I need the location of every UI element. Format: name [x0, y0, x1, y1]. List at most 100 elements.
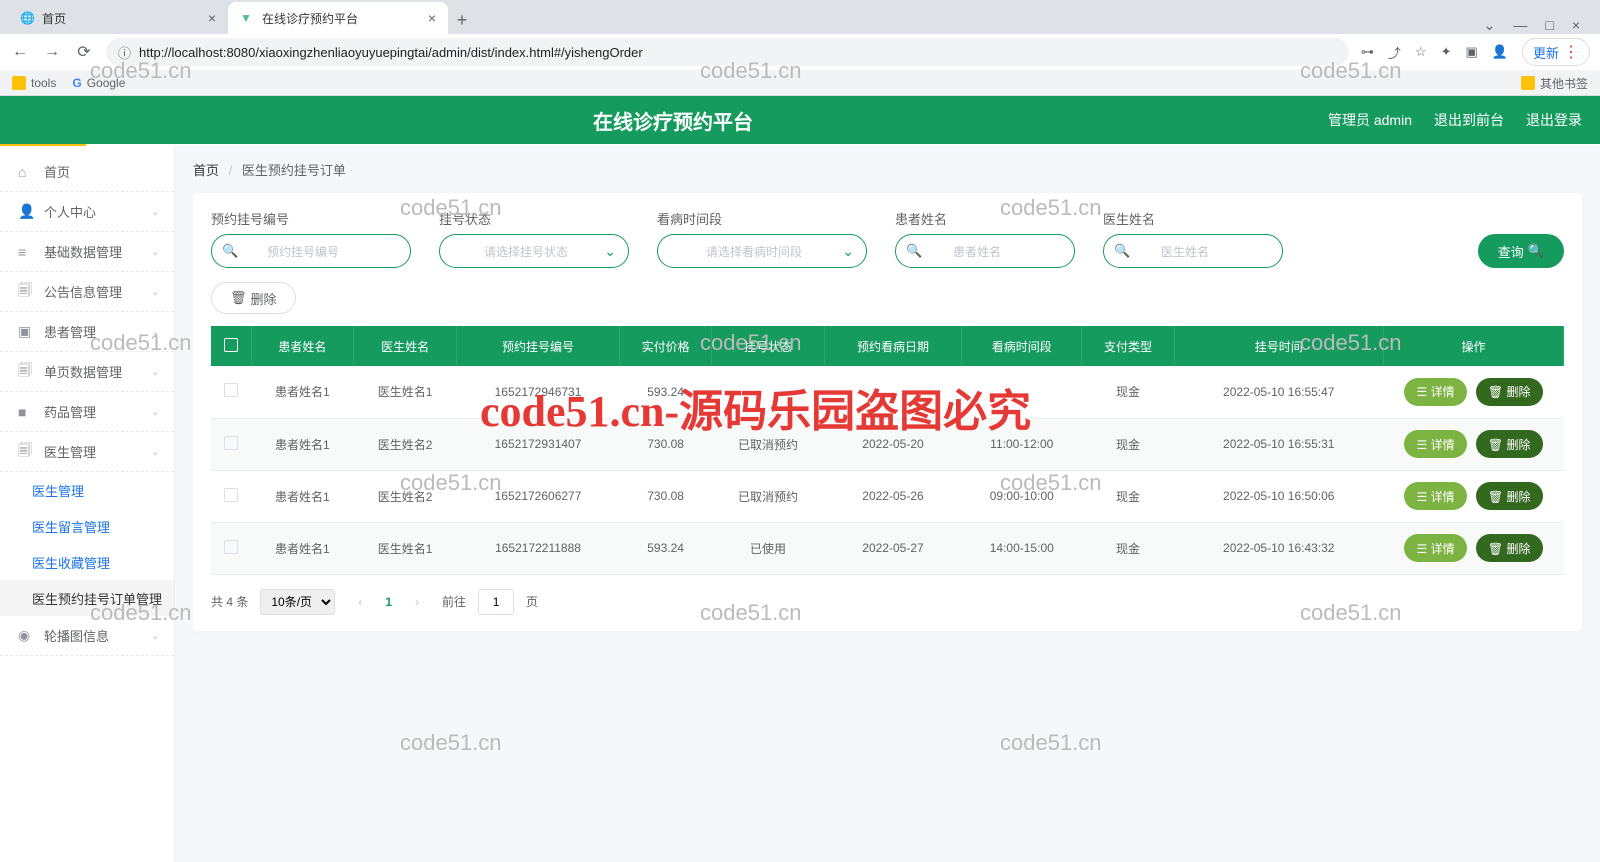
table-header [211, 326, 251, 366]
query-button[interactable]: 查询 🔍 [1478, 234, 1564, 268]
goto-suffix: 页 [526, 593, 538, 610]
detail-button[interactable]: ☰ 详情 [1404, 482, 1466, 510]
reload-icon[interactable]: ⟳ [74, 42, 94, 62]
profile-icon[interactable]: 👤 [1492, 44, 1508, 60]
dropdown-icon[interactable]: ⌄ [1484, 17, 1496, 34]
star-icon[interactable]: ☆ [1415, 44, 1427, 60]
cell-status [712, 366, 825, 418]
sidebar-sub-item[interactable]: 医生留言管理 [0, 508, 174, 544]
breadcrumb-home[interactable]: 首页 [193, 163, 219, 178]
close-icon[interactable]: × [428, 10, 436, 26]
sidebar-item[interactable]: ■药品管理⌄ [0, 392, 174, 432]
address-bar[interactable]: ⓘ http://localhost:8080/xiaoxingzhenliao… [106, 38, 1349, 66]
forward-icon[interactable]: → [42, 42, 62, 62]
chevron-down-icon: ⌄ [151, 205, 160, 218]
cell-patient: 患者姓名1 [251, 418, 354, 470]
chevron-down-icon: ⌄ [151, 285, 160, 298]
cell-status: 已使用 [712, 522, 825, 574]
orderno-input[interactable]: 🔍预约挂号编号 [211, 234, 411, 268]
window-controls: ⌄ — □ × [1484, 17, 1592, 34]
delete-button[interactable]: 🗑 删除 [1476, 430, 1543, 458]
search-icon: 🔍 [222, 243, 238, 259]
current-page[interactable]: 1 [385, 595, 392, 609]
delete-button[interactable]: 🗑 删除 [1476, 482, 1543, 510]
breadcrumb-sep: / [229, 163, 233, 178]
update-button[interactable]: 更新 ⋮ [1522, 38, 1590, 66]
menu-icon: 🗐 [18, 280, 36, 304]
bookmark-tools[interactable]: tools [12, 76, 56, 90]
browser-tab-active[interactable]: ▼ 在线诊疗预约平台 × [228, 2, 448, 34]
filter-label: 预约挂号编号 [211, 209, 411, 228]
timeslot-select[interactable]: 请选择看病时间段 [657, 234, 867, 268]
cell-date: 2022-05-26 [824, 470, 961, 522]
delete-button[interactable]: 🗑 删除 [1476, 378, 1543, 406]
logout-link[interactable]: 退出登录 [1526, 110, 1582, 130]
detail-button[interactable]: ☰ 详情 [1404, 378, 1466, 406]
extension-icon[interactable]: ✦ [1441, 44, 1452, 60]
sidebar-label: 基础数据管理 [44, 242, 122, 261]
cell-time: 2022-05-10 16:55:31 [1174, 418, 1383, 470]
close-icon[interactable]: × [208, 10, 216, 26]
bookmark-google[interactable]: GGoogle [72, 76, 125, 90]
cell-date: 2022-05-20 [824, 418, 961, 470]
cell-pay: 现金 [1082, 418, 1174, 470]
detail-button[interactable]: ☰ 详情 [1404, 534, 1466, 562]
sidebar-sub-item[interactable]: 医生管理 [0, 472, 174, 508]
chevron-down-icon: ⌄ [151, 245, 160, 258]
delete-button[interactable]: 🗑 删除 [1476, 534, 1543, 562]
doctor-input[interactable]: 🔍医生姓名 [1103, 234, 1283, 268]
sidebar-sub-item[interactable]: 医生预约挂号订单管理 [0, 580, 174, 616]
detail-button[interactable]: ☰ 详情 [1404, 430, 1466, 458]
table-row: 患者姓名1 医生姓名2 1652172931407 730.08 已取消预约 2… [211, 418, 1564, 470]
status-select[interactable]: 请选择挂号状态 [439, 234, 629, 268]
table-header: 实付价格 [620, 326, 712, 366]
sidebar-item[interactable]: ◉轮播图信息⌄ [0, 616, 174, 656]
trash-icon: 🗑 [230, 290, 247, 306]
new-tab-button[interactable]: + [448, 6, 476, 34]
sidebar-label: 药品管理 [44, 402, 96, 421]
filter-label: 挂号状态 [439, 209, 629, 228]
browser-tab-home[interactable]: 🌐 首页 × [8, 2, 228, 34]
maximize-icon[interactable]: □ [1545, 17, 1553, 34]
prev-page-button[interactable]: ‹ [347, 589, 373, 615]
sidebar-item[interactable]: 🗐公告信息管理⌄ [0, 272, 174, 312]
sidebar-item[interactable]: 🗐医生管理⌄ [0, 432, 174, 472]
bookmark-other[interactable]: 其他书签 [1521, 75, 1588, 92]
row-checkbox[interactable] [224, 383, 238, 397]
sidebar-item[interactable]: ⌂首页 [0, 152, 174, 192]
row-checkbox[interactable] [224, 540, 238, 554]
minimize-icon[interactable]: — [1513, 17, 1527, 34]
back-to-front-link[interactable]: 退出到前台 [1434, 110, 1504, 130]
share-icon[interactable]: ⤴ [1388, 43, 1401, 62]
page-size-select[interactable]: 10条/页 [260, 589, 335, 615]
table-header: 挂号时间 [1174, 326, 1383, 366]
sidebar-sub-item[interactable]: 医生收藏管理 [0, 544, 174, 580]
sidepanel-icon[interactable]: ▣ [1466, 44, 1478, 60]
checkbox-all[interactable] [224, 338, 238, 352]
cell-slot: 11:00-12:00 [962, 418, 1082, 470]
row-checkbox[interactable] [224, 436, 238, 450]
tab-title: 首页 [42, 10, 66, 27]
sidebar-item[interactable]: 🗐单页数据管理⌄ [0, 352, 174, 392]
google-icon: G [72, 76, 81, 90]
table-header: 患者姓名 [251, 326, 354, 366]
cell-orderno: 1652172931407 [457, 418, 620, 470]
menu-icon: ▣ [18, 323, 36, 340]
back-icon[interactable]: ← [10, 42, 30, 62]
key-icon[interactable]: ⊶ [1361, 44, 1374, 60]
goto-input[interactable] [478, 589, 514, 615]
cell-patient: 患者姓名1 [251, 522, 354, 574]
close-window-icon[interactable]: × [1572, 17, 1580, 34]
chevron-down-icon: ⌄ [151, 445, 160, 458]
batch-delete-button[interactable]: 🗑 删除 [211, 282, 296, 314]
filters: 预约挂号编号 🔍预约挂号编号 挂号状态 请选择挂号状态 看病时间段 请选择看病时… [211, 209, 1564, 268]
chevron-down-icon: ⌄ [151, 325, 160, 338]
row-checkbox[interactable] [224, 488, 238, 502]
sidebar-item[interactable]: 👤个人中心⌄ [0, 192, 174, 232]
sidebar-item[interactable]: ▣患者管理⌄ [0, 312, 174, 352]
patient-input[interactable]: 🔍患者姓名 [895, 234, 1075, 268]
sidebar-item[interactable]: ≡基础数据管理⌄ [0, 232, 174, 272]
admin-label[interactable]: 管理员 admin [1328, 110, 1412, 130]
next-page-button[interactable]: › [404, 589, 430, 615]
cell-price: 730.08 [620, 470, 712, 522]
